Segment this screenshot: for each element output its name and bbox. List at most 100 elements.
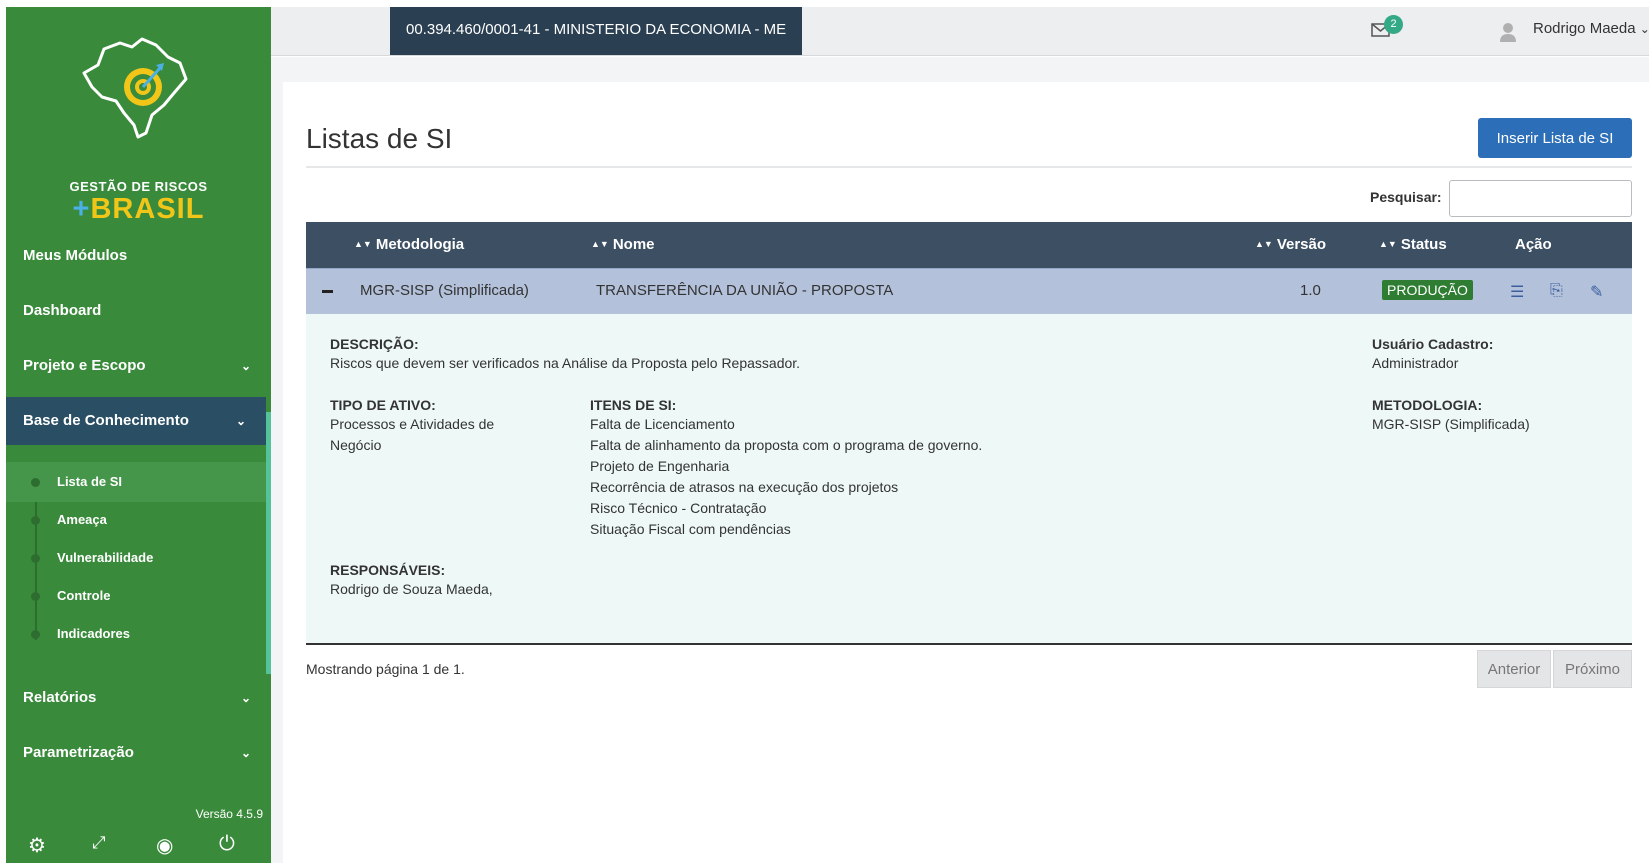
subitem-label: Lista de SI <box>57 474 123 489</box>
sidebar-item-label: Meus Módulos <box>23 247 128 264</box>
user-name: Rodrigo Maeda <box>1533 20 1636 37</box>
responsaveis-value: Rodrigo de Souza Maeda, <box>330 581 493 597</box>
collapse-row-icon[interactable] <box>322 290 333 293</box>
chevron-down-icon: ⌄ <box>240 746 251 760</box>
itens-si-list: Falta de Licenciamento Falta de alinhame… <box>590 414 982 540</box>
sidebar-subitem-vulnerabilidade[interactable]: Vulnerabilidade <box>6 538 266 578</box>
brazil-map-logo-icon <box>82 37 188 139</box>
chevron-down-icon: ⌄ <box>240 691 251 705</box>
row-detail: DESCRIÇÃO: Riscos que devem ser verifica… <box>306 314 1632 645</box>
sort-icon: ▲▼ <box>1379 239 1397 249</box>
subitem-label: Indicadores <box>57 626 130 641</box>
sidebar-subitem-lista-si[interactable]: Lista de SI <box>6 462 266 502</box>
column-header-versao[interactable]: ▲▼ Versão <box>1255 236 1326 253</box>
sidebar-item-label: Base de Conhecimento <box>23 412 189 429</box>
column-label: Status <box>1400 236 1447 253</box>
chevron-down-icon: ⌄ <box>235 414 246 428</box>
cell-metodologia: MGR-SISP (Simplificada) <box>360 282 529 299</box>
column-header-status[interactable]: ▲▼ Status <box>1379 236 1447 253</box>
sidebar-item-label: Projeto e Escopo <box>23 357 146 374</box>
bullet-icon <box>31 516 40 525</box>
search-label: Pesquisar: <box>1370 189 1442 205</box>
logo-title: GESTÃO DE RISCOS <box>69 179 208 194</box>
submenu: Lista de SI Ameaça Vulnerabilidade Contr… <box>6 462 266 674</box>
column-header-nome[interactable]: ▲▼ Nome <box>591 236 655 253</box>
bullet-icon <box>31 554 40 563</box>
sort-icon: ▲▼ <box>591 239 609 249</box>
descricao-label: DESCRIÇÃO: <box>330 336 419 352</box>
sidebar-item-label: Relatórios <box>23 689 97 706</box>
pagination-info: Mostrando página 1 de 1. <box>306 661 465 677</box>
usuario-cadastro-label: Usuário Cadastro: <box>1372 336 1494 352</box>
status-badge: PRODUÇÃO <box>1382 280 1473 300</box>
itens-si-label: ITENS DE SI: <box>590 397 677 413</box>
sidebar: GESTÃO DE RISCOS +BRASIL Meus Módulos Da… <box>6 7 271 863</box>
sidebar-item-dashboard[interactable]: Dashboard <box>6 287 271 335</box>
bullet-icon <box>31 630 40 639</box>
sidebar-toolbar: ⚙ ⤢ ◉ ⏻ <box>6 833 271 863</box>
sort-icon: ▲▼ <box>354 239 372 249</box>
sidebar-item-parametrizacao[interactable]: Parametrização ⌄ <box>6 729 271 777</box>
power-icon[interactable]: ⏻ <box>219 833 235 856</box>
fullscreen-icon[interactable]: ⤢ <box>92 833 106 853</box>
sidebar-item-relatorios[interactable]: Relatórios ⌄ <box>6 674 271 722</box>
list-item: Recorrência de atrasos na execução dos p… <box>590 479 899 495</box>
sidebar-item-projeto-escopo[interactable]: Projeto e Escopo ⌄ <box>6 342 271 390</box>
sidebar-item-label: Dashboard <box>23 302 102 319</box>
sidebar-subitem-ameaca[interactable]: Ameaça <box>6 500 266 540</box>
notification-badge: 2 <box>1384 15 1403 34</box>
tipo-ativo-line: Processos e Atividades de <box>330 416 495 432</box>
list-item: Risco Técnico - Contratação <box>590 500 767 516</box>
column-header-metodologia[interactable]: ▲▼ Metodologia <box>354 236 464 253</box>
logo-brand: +BRASIL <box>6 193 271 226</box>
table-row[interactable]: MGR-SISP (Simplificada) TRANSFERÊNCIA DA… <box>306 268 1632 314</box>
tipo-ativo-value: Processos e Atividades de Negócio <box>330 414 494 456</box>
sidebar-item-label: Parametrização <box>23 744 134 761</box>
app-version: Versão 4.5.9 <box>195 807 263 821</box>
metodologia-value: MGR-SISP (Simplificada) <box>1372 416 1530 432</box>
organization-label[interactable]: 00.394.460/0001-41 - MINISTERIO DA ECONO… <box>390 7 803 55</box>
sidebar-item-base-conhecimento[interactable]: Base de Conhecimento ⌄ <box>6 397 266 445</box>
column-label: Nome <box>612 236 655 253</box>
column-header-acao: Ação <box>1515 236 1552 253</box>
copy-icon[interactable]: ⎘ <box>1550 282 1563 300</box>
topbar: 00.394.460/0001-41 - MINISTERIO DA ECONO… <box>271 7 1649 56</box>
insert-list-button[interactable]: Inserir Lista de SI <box>1478 118 1632 158</box>
search-input[interactable] <box>1449 180 1632 217</box>
chevron-down-icon: ⌄ <box>1639 22 1649 36</box>
cell-versao: 1.0 <box>1300 282 1321 299</box>
list-icon[interactable]: ☰ <box>1510 282 1524 302</box>
subitem-label: Controle <box>57 588 111 603</box>
table-header: ▲▼ Metodologia ▲▼ Nome ▲▼ Versão ▲▼ Status A… <box>306 222 1632 268</box>
sidebar-item-meus-modulos[interactable]: Meus Módulos <box>6 232 271 280</box>
descricao-text: Riscos que devem ser verificados na Anál… <box>330 355 801 371</box>
edit-pencil-icon[interactable]: ✎ <box>1590 282 1603 302</box>
list-item: Situação Fiscal com pendências <box>590 521 791 537</box>
metodologia-label: METODOLOGIA: <box>1372 397 1483 413</box>
subitem-label: Vulnerabilidade <box>57 550 154 565</box>
logo-plus: + <box>72 193 91 225</box>
column-label: Metodologia <box>375 236 465 253</box>
list-item: Projeto de Engenharia <box>590 458 730 474</box>
bullet-icon <box>31 478 40 487</box>
gear-icon[interactable]: ⚙ <box>28 833 46 858</box>
sort-icon: ▲▼ <box>1255 239 1273 249</box>
responsaveis-label: RESPONSÁVEIS: <box>330 562 446 578</box>
tipo-ativo-label: TIPO DE ATIVO: <box>330 397 436 413</box>
previous-page-button[interactable]: Anterior <box>1477 650 1551 688</box>
subitem-label: Ameaça <box>57 512 107 527</box>
sidebar-subitem-indicadores[interactable]: Indicadores <box>6 614 266 654</box>
column-label: Versão <box>1276 236 1327 253</box>
user-menu[interactable]: Rodrigo Maeda ⌄ <box>1533 20 1649 37</box>
app-logo[interactable]: GESTÃO DE RISCOS +BRASIL <box>6 35 271 225</box>
sidebar-subitem-controle[interactable]: Controle <box>6 576 266 616</box>
list-item: Falta de alinhamento da proposta com o p… <box>590 437 983 453</box>
list-item: Falta de Licenciamento <box>590 416 735 432</box>
next-page-button[interactable]: Próximo <box>1553 650 1632 688</box>
user-avatar-icon[interactable] <box>1499 21 1517 43</box>
hide-icon[interactable]: ◉ <box>156 833 173 858</box>
page-title: Listas de SI <box>306 123 453 154</box>
cell-nome: TRANSFERÊNCIA DA UNIÃO - PROPOSTA <box>596 282 894 299</box>
tipo-ativo-line: Negócio <box>330 437 382 453</box>
divider <box>306 166 1632 168</box>
